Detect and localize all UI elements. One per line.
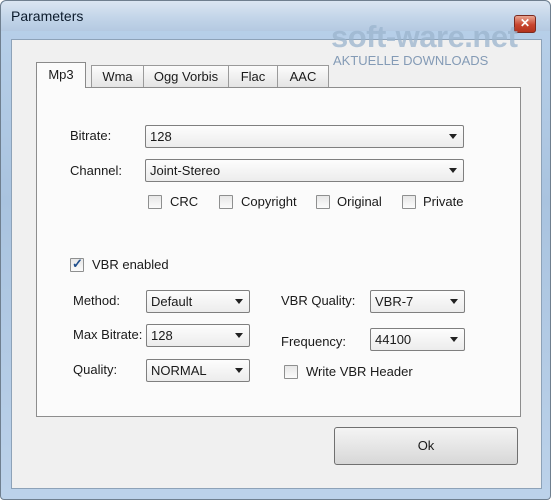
bitrate-label: Bitrate: [70, 128, 112, 143]
parameters-dialog: Parameters ✕ soft-ware.net AKTUELLE DOWN… [0, 0, 551, 500]
quality-select[interactable]: NORMAL [146, 359, 250, 382]
quality-value: NORMAL [151, 363, 207, 378]
frequency-value: 44100 [375, 332, 412, 347]
channel-select[interactable]: Joint-Stereo [145, 159, 464, 182]
chevron-down-icon [235, 299, 243, 304]
vbr-quality-label: VBR Quality: [281, 293, 356, 308]
write-vbr-header-label: Write VBR Header [306, 364, 413, 379]
max-bitrate-label: Max Bitrate: [73, 327, 143, 342]
channel-label: Channel: [70, 163, 123, 178]
vbr-quality-value: VBR-7 [375, 294, 414, 309]
mp3-settings-panel: Bitrate: 128 Channel: Joint-Stereo CRC C… [36, 87, 521, 417]
frequency-label: Frequency: [281, 334, 347, 349]
tab-ogg-vorbis[interactable]: Ogg Vorbis [143, 65, 229, 87]
copyright-label: Copyright [241, 194, 297, 209]
original-checkbox[interactable] [316, 195, 330, 209]
method-label: Method: [73, 293, 120, 308]
max-bitrate-value: 128 [151, 328, 173, 343]
bitrate-value: 128 [150, 129, 172, 144]
copyright-checkbox[interactable] [219, 195, 233, 209]
ok-button[interactable]: Ok [334, 427, 518, 465]
vbr-quality-select[interactable]: VBR-7 [370, 290, 465, 313]
tab-flac[interactable]: Flac [228, 65, 278, 87]
channel-value: Joint-Stereo [150, 163, 221, 178]
vbr-enabled-checkbox[interactable]: ✓ [70, 256, 84, 272]
frequency-select[interactable]: 44100 [370, 328, 465, 351]
chevron-down-icon [450, 299, 458, 304]
write-vbr-header-checkbox[interactable] [284, 365, 298, 379]
tab-wma[interactable]: Wma [91, 65, 144, 87]
max-bitrate-select[interactable]: 128 [146, 324, 250, 347]
tab-aac[interactable]: AAC [277, 65, 329, 87]
private-label: Private [423, 194, 464, 209]
chevron-down-icon [449, 168, 457, 173]
title-bar[interactable]: Parameters ✕ [1, 1, 550, 33]
window-title: Parameters [11, 8, 84, 24]
bitrate-select[interactable]: 128 [145, 125, 464, 148]
dialog-client-area: Mp3 Wma Ogg Vorbis Flac AAC Bitrate: 128… [11, 39, 542, 489]
tab-mp3[interactable]: Mp3 [36, 62, 86, 88]
quality-label: Quality: [73, 362, 118, 377]
check-icon: ✓ [72, 256, 83, 271]
crc-label: CRC [170, 194, 199, 209]
chevron-down-icon [235, 333, 243, 338]
close-icon[interactable]: ✕ [514, 15, 536, 33]
method-select[interactable]: Default [146, 290, 250, 313]
crc-checkbox[interactable] [148, 195, 162, 209]
private-checkbox[interactable] [402, 195, 416, 209]
method-value: Default [151, 294, 193, 309]
chevron-down-icon [235, 368, 243, 373]
vbr-enabled-label: VBR enabled [92, 257, 169, 272]
chevron-down-icon [449, 134, 457, 139]
chevron-down-icon [450, 337, 458, 342]
original-label: Original [337, 194, 382, 209]
